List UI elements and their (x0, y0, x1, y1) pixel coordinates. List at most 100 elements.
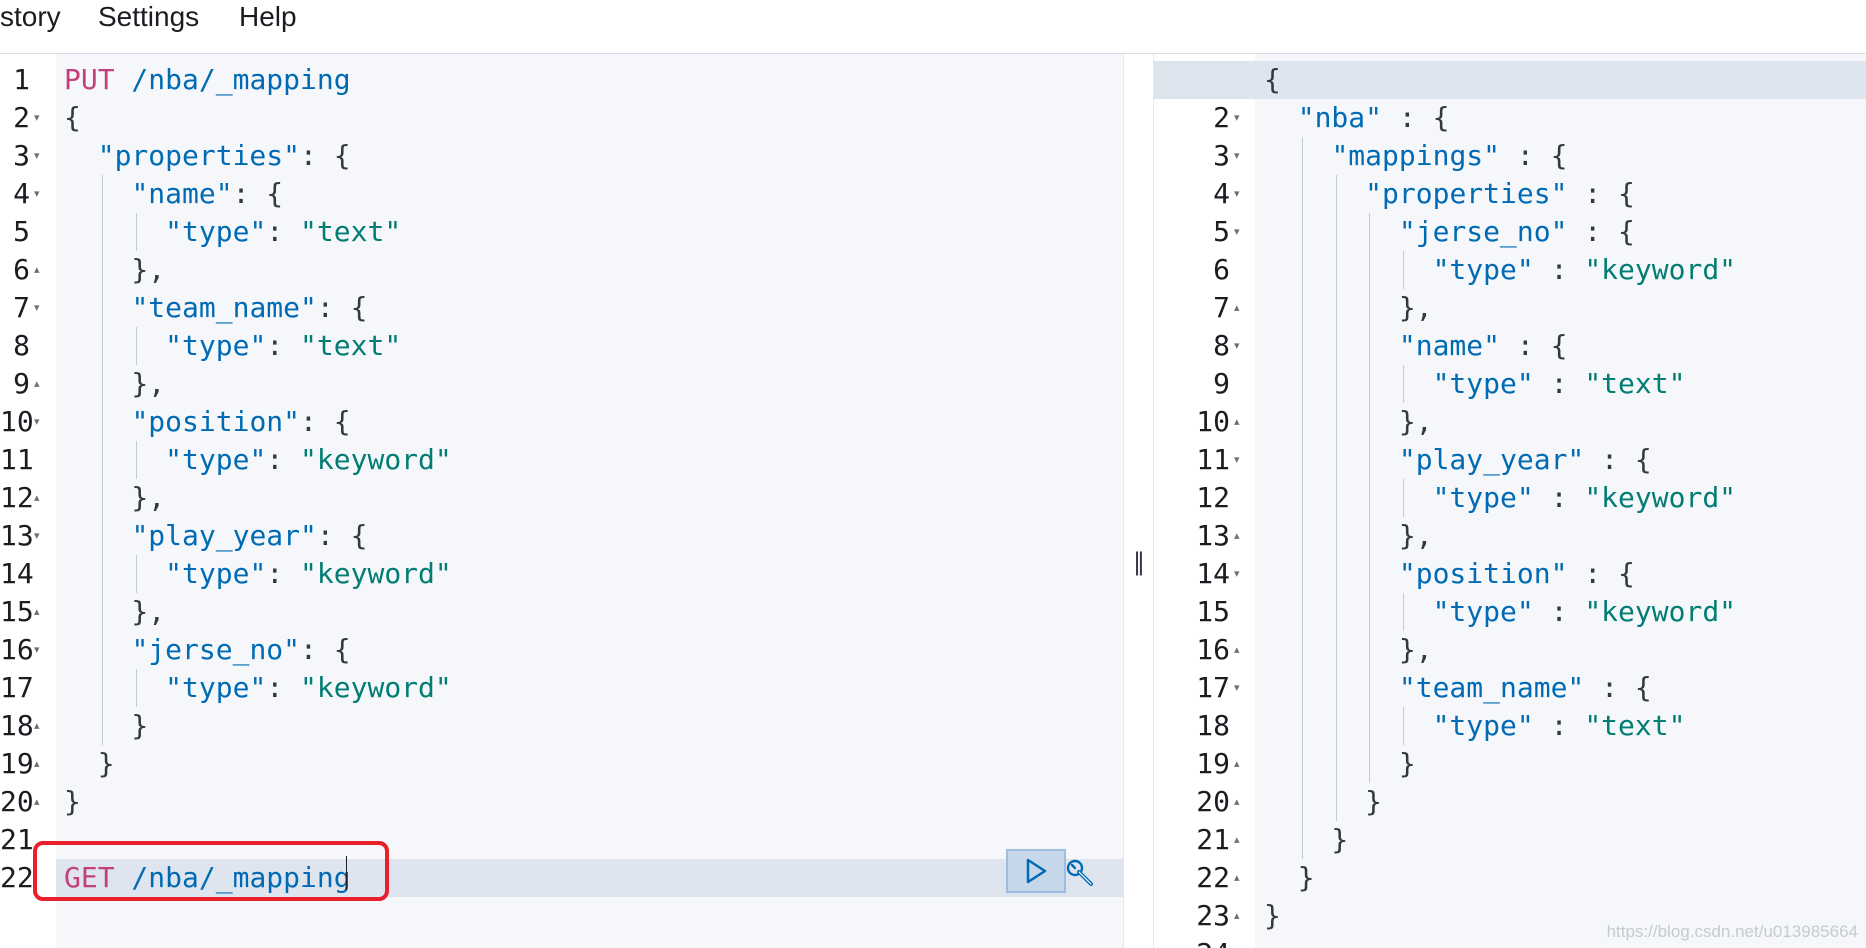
code-line[interactable]: "name": { (64, 175, 283, 213)
code-line[interactable]: } (64, 783, 81, 821)
fold-expand-icon[interactable]: ▴ (1234, 821, 1240, 859)
code-line[interactable]: "type": "keyword" (64, 441, 452, 479)
code-line[interactable]: }, (64, 479, 165, 517)
fold-expand-icon[interactable]: ▴ (1234, 631, 1240, 669)
pane-divider[interactable]: ‖ (1123, 54, 1154, 948)
code-token: "properties" (97, 139, 301, 172)
menu-item-settings[interactable]: Settings (98, 0, 199, 34)
code-line[interactable]: } (64, 707, 148, 745)
code-token: : { (1567, 177, 1635, 210)
code-token: "name" (131, 177, 233, 210)
fold-expand-icon[interactable]: ▴ (1234, 897, 1240, 935)
fold-collapse-icon[interactable]: ▾ (34, 175, 40, 213)
code-line[interactable]: "play_year": { (64, 517, 367, 555)
menu-item-help[interactable]: Help (239, 0, 297, 34)
fold-collapse-icon[interactable]: ▾ (1234, 175, 1240, 213)
fold-collapse-icon[interactable]: ▾ (1234, 137, 1240, 175)
request-actions-button[interactable] (1058, 851, 1102, 895)
fold-expand-icon[interactable]: ▴ (1234, 783, 1240, 821)
line-number: 19 (1196, 747, 1230, 780)
code-line: "position" : { (1264, 555, 1635, 593)
code-token: "properties" (1365, 177, 1568, 210)
fold-collapse-icon[interactable]: ▾ (1234, 99, 1240, 137)
fold-expand-icon[interactable]: ▴ (34, 783, 40, 821)
code-line[interactable]: "properties": { (64, 137, 351, 175)
code-line[interactable]: "position": { (64, 403, 350, 441)
code-line[interactable]: }, (64, 593, 165, 631)
fold-collapse-icon[interactable]: ▾ (34, 99, 40, 137)
code-line[interactable]: { (64, 99, 81, 137)
code-token: } (64, 785, 81, 818)
line-number: 8 (13, 329, 30, 362)
code-token: "mappings" (1331, 139, 1501, 172)
code-token: : { (1584, 443, 1652, 476)
fold-expand-icon[interactable]: ▴ (34, 707, 40, 745)
code-line[interactable]: } (64, 745, 115, 783)
code-line[interactable]: "type": "text" (64, 327, 401, 365)
code-token: "text" (300, 329, 402, 362)
code-line[interactable]: PUT /nba/_mapping (64, 61, 351, 99)
run-request-button[interactable] (1006, 849, 1066, 893)
fold-expand-icon[interactable]: ▴ (34, 593, 40, 631)
fold-collapse-icon[interactable]: ▾ (34, 403, 40, 441)
code-line: } (1264, 897, 1281, 935)
fold-collapse-icon[interactable]: ▾ (1234, 213, 1240, 251)
line-number: 11 (0, 443, 34, 476)
fold-expand-icon[interactable]: ▴ (34, 251, 40, 289)
fold-expand-icon[interactable]: ▴ (1234, 289, 1240, 327)
code-token: : (266, 443, 301, 476)
code-token: } (1264, 823, 1349, 856)
line-number: 20 (1196, 785, 1230, 818)
code-line[interactable]: }, (64, 251, 165, 289)
fold-collapse-icon[interactable]: ▾ (1234, 669, 1240, 707)
fold-expand-icon[interactable]: ▴ (34, 479, 40, 517)
code-token: "type" (165, 671, 267, 704)
fold-expand-icon[interactable]: ▴ (1234, 517, 1240, 555)
code-token: "play_year" (131, 519, 317, 552)
line-number: 4 (13, 177, 30, 210)
fold-collapse-icon[interactable]: ▾ (34, 517, 40, 555)
fold-collapse-icon[interactable]: ▾ (1234, 555, 1240, 593)
fold-collapse-icon[interactable]: ▾ (1234, 441, 1240, 479)
code-token: "keyword" (300, 443, 452, 476)
resize-handle-icon[interactable]: ‖ (1133, 548, 1145, 576)
line-number: 24 (1154, 935, 1230, 948)
fold-expand-icon[interactable]: ▴ (1234, 745, 1240, 783)
code-line[interactable]: "type": "keyword" (64, 669, 452, 707)
line-number: 16 (0, 633, 34, 666)
line-number: 5 (1213, 215, 1230, 248)
code-token: "keyword" (1584, 481, 1737, 514)
fold-expand-icon[interactable]: ▴ (1234, 403, 1240, 441)
text-cursor (346, 856, 347, 890)
fold-collapse-icon[interactable]: ▾ (1234, 327, 1240, 365)
line-number: 21 (0, 823, 34, 856)
request-editor[interactable]: 1 2 ▾ 3 ▾ 4 ▾ 5 6 ▴ 7 ▾ 8 9 ▴ 10 ▾ 11 12 ▴ 13 ▾ 14 15 ▴ 16 ▾ 17 18 ▴ 1… (0, 54, 1123, 948)
fold-expand-icon[interactable]: ▴ (34, 745, 40, 783)
line-number: 19 (0, 747, 34, 780)
code-token: }, (64, 367, 166, 400)
code-line[interactable]: "team_name": { (64, 289, 367, 327)
menu-item-story[interactable]: story (0, 0, 61, 34)
code-line[interactable]: "jerse_no": { (64, 631, 350, 669)
code-token: : { (1584, 671, 1652, 704)
fold-collapse-icon[interactable]: ▾ (34, 289, 40, 327)
code-line[interactable]: "type": "keyword" (64, 555, 452, 593)
fold-collapse-icon[interactable]: ▾ (34, 631, 40, 669)
line-number: 17 (0, 671, 34, 704)
code-line[interactable]: }, (64, 365, 165, 403)
code-token: "type" (165, 329, 267, 362)
code-line[interactable]: "type": "text" (64, 213, 401, 251)
fold-expand-icon[interactable]: ▴ (1234, 859, 1240, 897)
code-token: "jerse_no" (131, 633, 301, 666)
code-token: : (1533, 595, 1585, 628)
fold-expand-icon[interactable]: ▴ (34, 365, 40, 403)
fold-collapse-icon[interactable]: ▾ (34, 137, 40, 175)
code-token: : { (232, 177, 284, 210)
